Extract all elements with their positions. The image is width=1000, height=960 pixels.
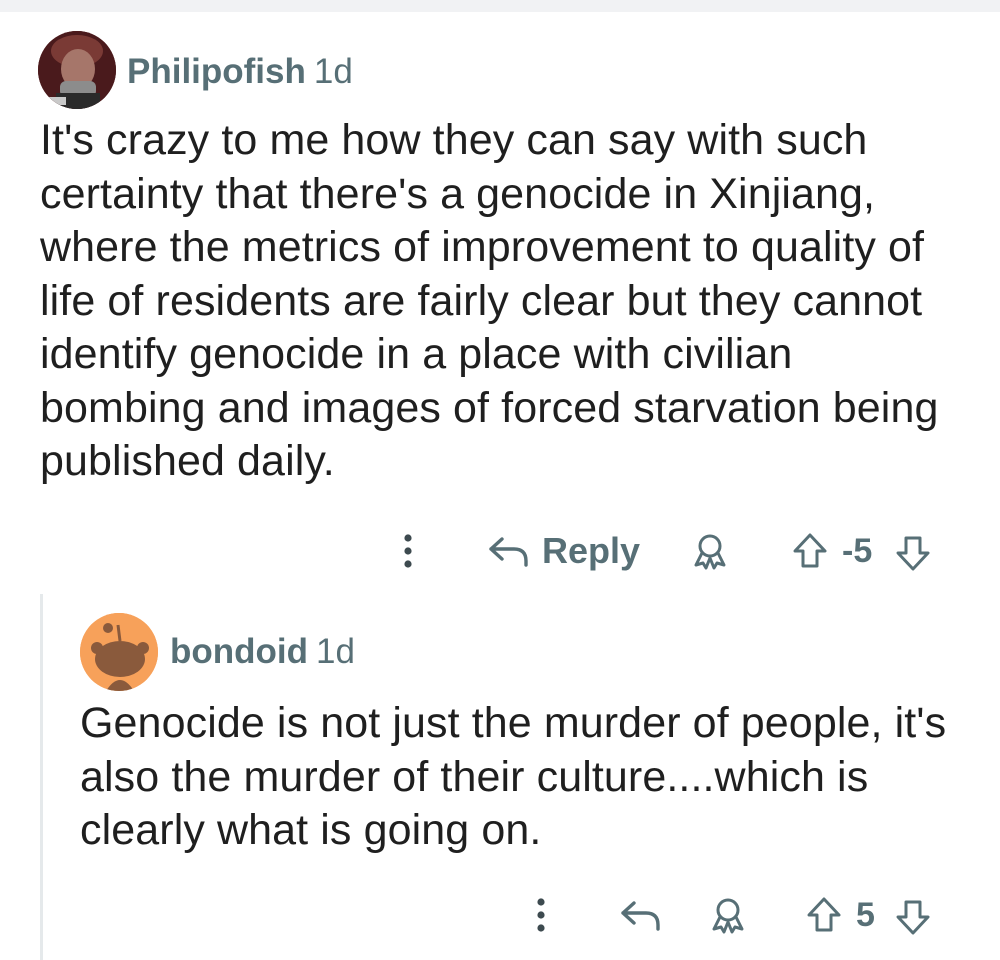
award-icon[interactable] (708, 894, 748, 936)
vote-score: 5 (856, 896, 875, 934)
avatar[interactable] (38, 31, 116, 109)
comment-age: 1d (313, 52, 353, 91)
comment-body: It's crazy to me how they can say with s… (40, 116, 939, 485)
upvote-icon[interactable] (790, 530, 830, 572)
avatar[interactable] (80, 613, 158, 691)
comment-author[interactable]: bondoid 1d (170, 632, 355, 672)
more-vertical-icon[interactable] (393, 529, 423, 573)
upvote-icon[interactable] (804, 894, 844, 936)
username[interactable]: Philipofish (127, 52, 306, 91)
username[interactable]: bondoid (170, 632, 308, 671)
award-icon[interactable] (690, 530, 730, 572)
downvote-icon[interactable] (893, 532, 933, 574)
more-vertical-icon[interactable] (526, 893, 556, 937)
reply-arrow-icon[interactable] (618, 894, 664, 936)
downvote-icon[interactable] (893, 896, 933, 938)
vote-score: -5 (842, 532, 873, 570)
reply-button[interactable]: Reply (488, 528, 640, 574)
comment-actions: Reply -5 (0, 526, 1000, 576)
reply-arrow-icon (488, 535, 530, 567)
comment-age: 1d (316, 632, 355, 671)
comment: Philipofish 1d It's crazy to me how they … (0, 0, 1000, 600)
reply-label: Reply (542, 530, 641, 571)
reply-comment: bondoid 1d Genocide is not just the murde… (40, 594, 1000, 960)
comment-author[interactable]: Philipofish 1d (127, 52, 353, 92)
comment-actions: 5 (40, 890, 1000, 940)
comment-body: Genocide is not just the murder of peopl… (80, 699, 947, 854)
